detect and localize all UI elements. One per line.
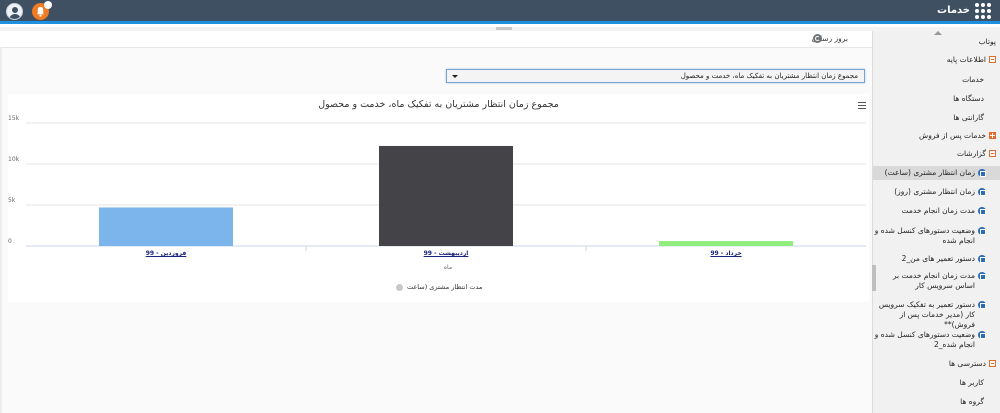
report-icon	[978, 207, 986, 215]
sidebar-item-label: اطلاعات پایه	[946, 55, 986, 64]
sidebar-item[interactable]: پوتاب	[873, 35, 1000, 49]
sidebar-item[interactable]: گارانتی ها	[873, 111, 1000, 125]
sidebar-item-label: خدمات پس از فروش	[919, 131, 986, 140]
y-tick-label: 5k	[8, 197, 16, 204]
y-tick-label: 15k	[8, 115, 20, 122]
report-icon	[978, 255, 986, 263]
report-icon	[978, 331, 986, 339]
x-tick-label[interactable]: فروردین - 99	[106, 250, 226, 257]
chart-select-dropdown[interactable]: مجموع زمان انتظار مشتریان به تفکیک ماه، …	[446, 69, 865, 83]
sidebar-item-label: دسترسی ها	[948, 359, 986, 368]
minus-box-icon[interactable]	[989, 360, 996, 367]
sidebar-item-label: خدمات	[962, 75, 984, 84]
sidebar-item[interactable]: زمان انتظار مشتری (ساعت)	[873, 166, 1000, 180]
chart-legend[interactable]: مدت انتظار مشتری (ساعت	[396, 283, 482, 291]
y-tick-label: 0	[8, 238, 12, 245]
sidebar-item-label: پوتاب	[978, 37, 996, 46]
sidebar-item[interactable]: دسترسی ها	[873, 357, 1000, 371]
sidebar-item[interactable]: خدمات	[873, 73, 1000, 87]
report-icon	[978, 227, 986, 235]
sidebar-item-label: گزارشات	[956, 149, 986, 158]
toolbar: بروز رسانی	[0, 31, 872, 45]
sidebar-item[interactable]: دستور تعمیر های من_2	[873, 252, 1000, 266]
sidebar-resize-handle[interactable]	[872, 265, 876, 291]
sidebar-item[interactable]: دستور تعمیر به تفکیک سرویس کار (مدیر خدم…	[873, 298, 1000, 332]
sidebar-item[interactable]: اطلاعات پایه	[873, 53, 1000, 67]
sidebar-item-label: دستگاه ها	[953, 94, 984, 103]
y-tick-label: 10k	[8, 156, 20, 163]
chart-card: مجموع زمان انتظار مشتریان به تفکیک ماه، …	[8, 94, 869, 302]
sidebar-scroll-up-icon[interactable]	[934, 31, 942, 35]
caret-down-icon	[452, 75, 458, 78]
x-tick-label[interactable]: خرداد - 99	[666, 250, 786, 257]
sidebar-item-label: کاربر ها	[959, 378, 984, 387]
panel-edge	[0, 47, 2, 413]
bar[interactable]	[379, 145, 513, 246]
sidebar-item-label: مدت زمان انجام خدمت	[901, 206, 976, 215]
bar[interactable]	[99, 207, 233, 246]
sidebar-item-label: دستور تعمیر به تفکیک سرویس کار (مدیر خدم…	[878, 300, 975, 329]
sidebar: پوتاب اطلاعات پایه خدمات دستگاه ها گارانتی ه…	[872, 31, 1000, 413]
sidebar-item[interactable]: مدت زمان انجام خدمت	[873, 204, 1000, 218]
sidebar-item[interactable]: گزارشات	[873, 147, 1000, 161]
sidebar-item[interactable]: کاربر ها	[873, 376, 1000, 390]
x-tick-label[interactable]: اردیبهشت - 99	[386, 250, 506, 257]
sidebar-item[interactable]: وضعیت دستورهای کنسل شده و انجام شده	[873, 224, 1000, 248]
plus-box-icon[interactable]	[989, 132, 996, 139]
bar[interactable]	[659, 241, 793, 246]
sidebar-item-label: وضعیت دستورهای کنسل شده و انجام شده	[874, 226, 975, 245]
sidebar-item-label: گروه ها	[960, 397, 984, 406]
top-bar: خدمات	[0, 0, 1000, 24]
sidebar-item-label: زمان انتظار مشتری (ساعت)	[884, 168, 975, 177]
legend-label: مدت انتظار مشتری (ساعت	[407, 283, 483, 291]
sidebar-item-label: مدت زمان انجام خدمت بر اساس سرویس کار	[892, 271, 975, 290]
sidebar-item-label: زمان انتظار مشتری (روز)	[894, 187, 975, 196]
sidebar-item-label: دستور تعمیر های من_2	[901, 254, 975, 263]
report-icon	[978, 188, 986, 196]
report-icon	[978, 272, 986, 280]
app-title[interactable]: خدمات	[937, 5, 970, 16]
sidebar-item[interactable]: گروه ها	[873, 395, 1000, 409]
user-avatar-icon[interactable]	[6, 3, 23, 20]
sidebar-item[interactable]: زمان انتظار مشتری (روز)	[873, 185, 1000, 199]
x-axis-label: ماه	[443, 264, 453, 271]
sidebar-item-label: وضعیت دستورهای کنسل شده و انجام شده_2	[874, 330, 975, 349]
notification-badge	[44, 1, 52, 9]
sidebar-item[interactable]: خدمات پس از فروش	[873, 129, 1000, 143]
legend-marker	[396, 283, 403, 291]
select-value: مجموع زمان انتظار مشتریان به تفکیک ماه، …	[680, 72, 858, 80]
minus-box-icon[interactable]	[989, 150, 996, 157]
sidebar-item[interactable]: دستگاه ها	[873, 92, 1000, 106]
sidebar-item[interactable]: مدت زمان انجام خدمت بر اساس سرویس کار	[873, 269, 1000, 293]
sidebar-item[interactable]: وضعیت دستورهای کنسل شده و انجام شده_2	[873, 328, 1000, 352]
minus-box-icon[interactable]	[989, 56, 996, 63]
report-icon	[978, 301, 986, 309]
collapse-handle[interactable]	[496, 27, 512, 30]
sidebar-item-label: گارانتی ها	[953, 113, 984, 122]
apps-grid-icon[interactable]	[975, 3, 992, 20]
refresh-icon[interactable]	[813, 34, 822, 43]
report-icon	[978, 169, 986, 177]
